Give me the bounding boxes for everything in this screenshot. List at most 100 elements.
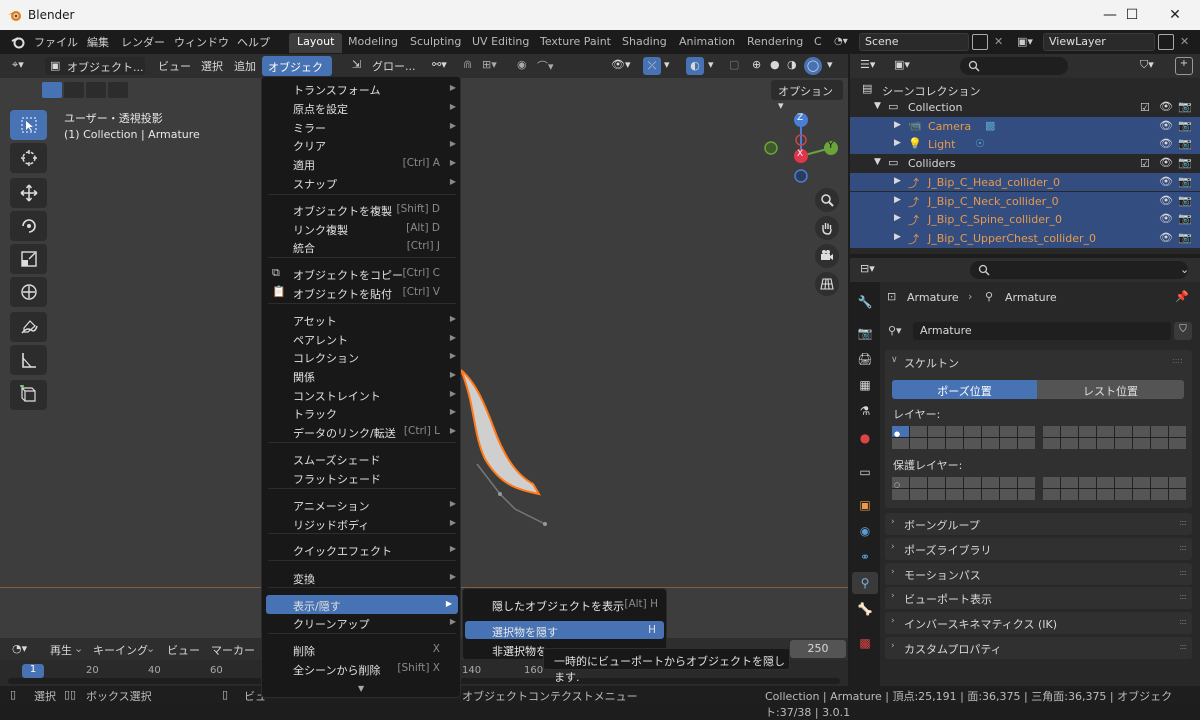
layer-cell[interactable] xyxy=(982,438,999,449)
eye-icon[interactable]: 👁 xyxy=(1159,156,1173,169)
layer-cell[interactable] xyxy=(1079,489,1096,500)
scene-field[interactable]: Scene xyxy=(859,33,969,51)
overlay-dropdown-icon[interactable]: ▾ xyxy=(708,58,714,71)
layer-cell[interactable] xyxy=(1133,489,1150,500)
snap-target-icon[interactable]: ⊞▾ xyxy=(482,58,497,71)
layer-cell[interactable] xyxy=(982,477,999,488)
layer-cell[interactable] xyxy=(1097,489,1114,500)
context-menu-item[interactable]: クイックエフェクト ▶ xyxy=(262,540,462,559)
layer-cell[interactable] xyxy=(1133,438,1150,449)
annotate-tool-icon[interactable] xyxy=(10,312,47,342)
layer-cell[interactable] xyxy=(1169,477,1186,488)
eye-icon[interactable]: 👁 xyxy=(1159,194,1173,207)
measure-tool-icon[interactable] xyxy=(10,345,47,375)
layer-cell[interactable] xyxy=(1151,426,1168,437)
close-button[interactable]: ✕ xyxy=(1153,0,1197,30)
render-camera-icon[interactable]: 📷 xyxy=(1178,119,1192,132)
collection-tab-icon[interactable]: ▭ xyxy=(855,462,875,482)
properties-search-input[interactable] xyxy=(970,261,1188,279)
layer-cell[interactable] xyxy=(1018,426,1035,437)
layer-cell[interactable] xyxy=(928,426,945,437)
layer-cell[interactable] xyxy=(1061,438,1078,449)
layer-cell[interactable] xyxy=(910,426,927,437)
layer-cell[interactable] xyxy=(1115,438,1132,449)
add-cube-tool-icon[interactable] xyxy=(10,380,47,410)
layer-cell[interactable] xyxy=(1043,438,1060,449)
exclude-checkbox-icon[interactable]: ☑ xyxy=(1140,101,1150,114)
select-box-tool-icon[interactable] xyxy=(10,110,47,140)
falloff-icon[interactable]: ⌒▾ xyxy=(537,58,554,74)
context-menu-item[interactable]: ミラー ▶ xyxy=(262,117,462,136)
new-collection-icon[interactable]: + xyxy=(1175,57,1193,75)
select-intersect-icon[interactable] xyxy=(108,82,128,98)
layer-cell[interactable] xyxy=(1169,489,1186,500)
light-data-icon[interactable]: ☉ xyxy=(975,137,985,150)
layer-cell[interactable] xyxy=(1018,438,1035,449)
proportional-edit-icon[interactable]: ◉ xyxy=(517,58,527,71)
menu-keying[interactable]: キーイング xyxy=(93,642,148,658)
transform-orientation-icon[interactable]: ⇲ xyxy=(352,58,361,71)
timeline-editor-icon[interactable]: ◔▾ xyxy=(12,642,27,655)
layers-grid-a[interactable]: ● xyxy=(892,426,1035,449)
layer-cell[interactable] xyxy=(1079,477,1096,488)
layer-cell[interactable] xyxy=(928,477,945,488)
texture-tab-icon[interactable]: ▩ xyxy=(855,633,875,653)
submenu-item[interactable]: 隠したオブジェクトを表示 [Alt] H xyxy=(463,595,666,613)
layer-cell[interactable] xyxy=(946,426,963,437)
pivot-icon[interactable]: ⚯▾ xyxy=(432,58,447,71)
zoom-icon[interactable] xyxy=(815,188,839,212)
viewlayer-field[interactable]: ViewLayer xyxy=(1043,33,1155,51)
filter-icon[interactable]: ⛉▾ xyxy=(1140,58,1154,72)
context-menu-item[interactable]: 📋 オブジェクトを貼付 [Ctrl] V xyxy=(262,283,462,302)
eye-icon[interactable]: 👁 xyxy=(1159,100,1173,113)
eye-icon[interactable]: 👁 xyxy=(1159,231,1173,244)
layer-cell[interactable] xyxy=(946,438,963,449)
outliner-row[interactable]: ▶ 💡 Light ☉ 👁 📷 xyxy=(850,135,1200,155)
layer-cell[interactable] xyxy=(1115,477,1132,488)
new-viewlayer-icon[interactable] xyxy=(1158,34,1174,50)
layer-cell[interactable] xyxy=(982,489,999,500)
collapsed-panel[interactable]: › インバースキネマティクス (IK):::: xyxy=(885,612,1192,635)
context-menu-item[interactable]: 削除 X xyxy=(262,640,462,659)
viewlayer-icon[interactable]: ▣▾ xyxy=(1017,35,1033,48)
context-menu-item[interactable]: トランスフォーム ▶ xyxy=(262,79,462,98)
collapsed-panel[interactable]: › ポーズライブラリ:::: xyxy=(885,537,1192,560)
menu-object[interactable]: オブジェクト xyxy=(262,56,332,90)
eye-icon[interactable]: 👁 xyxy=(1159,119,1173,132)
context-menu-item[interactable]: スナップ ▶ xyxy=(262,173,462,192)
chevron-down-icon[interactable]: ∨ xyxy=(891,355,898,365)
render-camera-icon[interactable]: 📷 xyxy=(1178,175,1192,188)
layer-cell[interactable] xyxy=(946,489,963,500)
layer-cell[interactable] xyxy=(892,489,909,500)
context-menu-item[interactable]: アセット ▶ xyxy=(262,310,462,329)
layer-cell[interactable] xyxy=(1133,426,1150,437)
mode-dropdown[interactable]: ▣ オブジェクト... xyxy=(45,57,145,75)
menu-render[interactable]: レンダー xyxy=(121,34,165,50)
layer-cell[interactable] xyxy=(1115,426,1132,437)
tab-rendering[interactable]: Rendering xyxy=(739,33,811,53)
render-camera-icon[interactable]: 📷 xyxy=(1178,212,1192,225)
end-frame-field[interactable]: 250 xyxy=(790,640,846,658)
panel-grip-icon[interactable]: :::: xyxy=(1179,617,1187,626)
fake-user-shield-icon[interactable]: ⛉ xyxy=(1174,322,1192,340)
tab-uv-editing[interactable]: UV Editing xyxy=(464,33,537,53)
tab-sculpting[interactable]: Sculpting xyxy=(402,33,469,53)
context-menu-item[interactable]: コンストレイント ▶ xyxy=(262,385,462,404)
outliner-row[interactable]: ▼ ▭ Collection ☑ 👁 📷 xyxy=(850,98,1200,117)
layer-cell[interactable] xyxy=(892,438,909,449)
tool-tab-icon[interactable]: 🔧 xyxy=(855,292,875,312)
render-camera-icon[interactable]: 📷 xyxy=(1178,156,1192,169)
xray-icon[interactable]: ▢ xyxy=(729,58,739,71)
properties-options-icon[interactable]: ⌄ xyxy=(1180,263,1189,276)
view-layer-tab-icon[interactable]: ▦ xyxy=(855,375,875,395)
rendered-shading-icon[interactable]: ◯ xyxy=(804,57,822,75)
properties-editor-icon[interactable]: ⊟▾ xyxy=(860,262,875,275)
tab-layout[interactable]: Layout xyxy=(289,33,343,53)
pin-icon[interactable]: 📌 xyxy=(1175,290,1189,303)
collapsed-panel[interactable]: › カスタムプロパティ:::: xyxy=(885,637,1192,659)
current-frame-indicator[interactable]: 1 xyxy=(22,664,44,678)
options-dropdown[interactable]: オプション ▾ xyxy=(771,80,843,112)
layer-cell[interactable] xyxy=(1079,426,1096,437)
context-menu-item[interactable]: 統合 [Ctrl] J xyxy=(262,237,462,256)
disclosure-triangle-icon[interactable]: ▶ xyxy=(894,195,901,205)
